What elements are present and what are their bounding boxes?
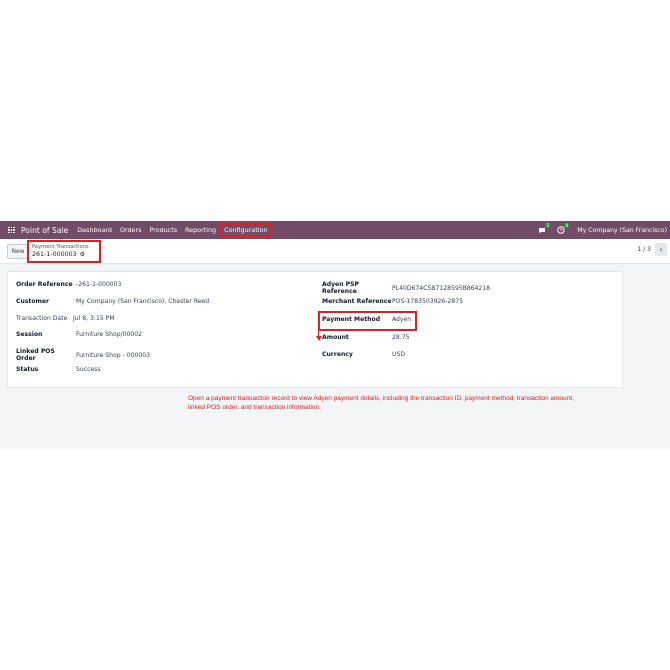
top-navbar: Point of Sale Dashboard Orders Products … <box>0 221 670 239</box>
field-label: Session <box>16 331 43 338</box>
field-value[interactable]: Jul 8, 3:15 PM <box>73 315 115 322</box>
field-label: Merchant Reference <box>322 298 392 305</box>
field-value[interactable]: POS-1783503926-2875 <box>392 298 463 305</box>
field-status: Status Success <box>16 366 101 373</box>
page-canvas: Point of Sale Dashboard Orders Products … <box>0 0 670 670</box>
chevron-left-icon[interactable]: ‹ <box>655 243 667 256</box>
field-label: Linked POS Order <box>16 348 55 362</box>
control-panel: New Payment Transactions 261-1-000003 ⚙ … <box>0 239 670 264</box>
field-transaction-date: Transaction Date Jul 8, 3:15 PM <box>16 315 115 322</box>
menu-dashboard[interactable]: Dashboard <box>77 226 112 234</box>
breadcrumb: Payment Transactions 261-1-000003 ⚙ <box>27 240 101 263</box>
field-value[interactable]: -261-1-000003 <box>76 281 121 288</box>
field-merchant-reference: Merchant Reference POS-1783503926-2875 <box>322 298 463 305</box>
field-label: Customer <box>16 298 50 305</box>
field-label: Status <box>16 366 39 373</box>
field-label: Amount <box>322 334 349 341</box>
chat-badge: 7 <box>545 223 551 228</box>
arrow-head <box>315 336 322 341</box>
field-value[interactable]: Success <box>76 366 101 373</box>
field-linked-pos-order: Linked POS Order Furniture Shop - 000003 <box>16 348 150 362</box>
field-value[interactable]: My Company (San Francisco), Chester Reed <box>76 298 209 305</box>
field-payment-method: Payment Method Adyen <box>322 316 411 323</box>
gear-icon[interactable]: ⚙ <box>80 251 85 258</box>
field-label: Transaction Date <box>16 315 68 322</box>
activity-badge: 4 <box>564 223 570 228</box>
tutorial-caption: Open a payment transaction record to vie… <box>188 395 574 411</box>
chat-icon[interactable]: 7 <box>537 223 551 234</box>
field-session: Session Furniture Shop/00002 <box>16 331 142 338</box>
clock-icon-glyph <box>557 226 565 234</box>
field-value[interactable]: Furniture Shop/00002 <box>76 331 142 338</box>
field-label: Order Reference <box>16 281 73 288</box>
navbar-right: 7 4 My Company (San Francisco) <box>537 221 667 239</box>
field-customer: Customer My Company (San Francisco), Che… <box>16 298 209 305</box>
field-value[interactable]: Furniture Shop - 000003 <box>76 352 150 359</box>
app-window: Point of Sale Dashboard Orders Products … <box>0 221 670 449</box>
form-sheet: Order Reference -261-1-000003 Customer M… <box>7 271 623 388</box>
new-button[interactable]: New <box>7 244 29 259</box>
menu-products[interactable]: Products <box>149 226 177 234</box>
field-value[interactable]: Adyen <box>392 316 411 323</box>
apps-grid-icon[interactable] <box>8 226 15 234</box>
field-order-reference: Order Reference -261-1-000003 <box>16 281 121 288</box>
company-switcher[interactable]: My Company (San Francisco) <box>577 227 667 234</box>
breadcrumb-parent-link[interactable]: Payment Transactions <box>32 244 89 250</box>
field-amount: Amount 28.75 <box>322 334 409 341</box>
field-label: Adyen PSP Reference <box>322 281 359 295</box>
menu-configuration[interactable]: Configuration <box>220 223 272 237</box>
field-value[interactable]: PL40D674C5B7128595B864218 <box>392 285 490 292</box>
app-brand[interactable]: Point of Sale <box>21 226 68 235</box>
breadcrumb-current: 261-1-000003 ⚙ <box>32 251 85 258</box>
field-value[interactable]: 28.75 <box>392 334 409 341</box>
field-label: Payment Method <box>322 316 381 323</box>
field-value[interactable]: USD <box>392 351 405 358</box>
menu-orders[interactable]: Orders <box>120 226 142 234</box>
field-adyen-psp-reference: Adyen PSP Reference PL40D674C5B7128595B8… <box>322 281 490 295</box>
chat-icon-glyph <box>538 227 545 233</box>
pager-counter[interactable]: 1 / 3 <box>638 246 651 253</box>
record-title: 261-1-000003 <box>32 251 77 258</box>
menu-reporting[interactable]: Reporting <box>185 226 216 234</box>
clock-icon[interactable]: 4 <box>556 223 570 234</box>
field-label: Currency <box>322 351 353 358</box>
field-currency: Currency USD <box>322 351 405 358</box>
